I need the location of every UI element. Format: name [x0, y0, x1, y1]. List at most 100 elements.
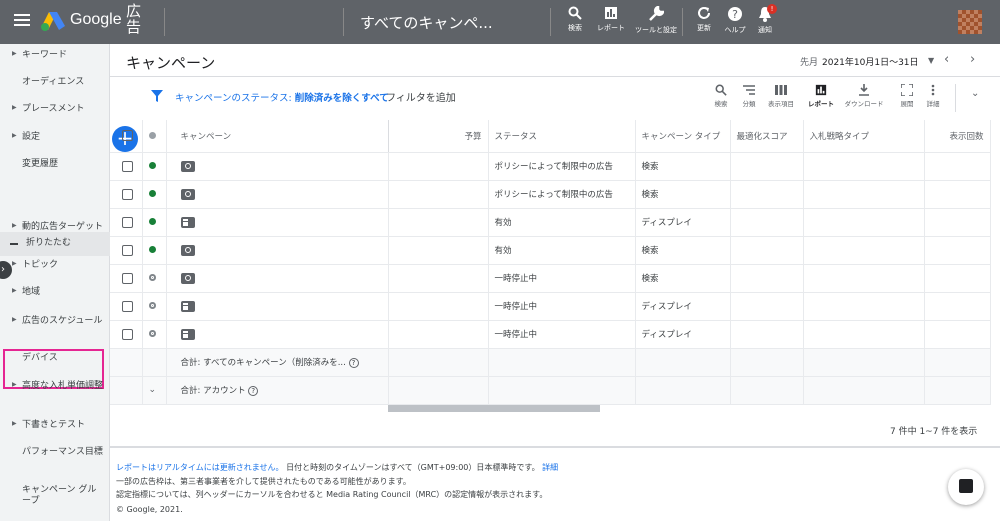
horizontal-scrollbar[interactable]: [388, 405, 600, 412]
table-row[interactable]: 有効 検索: [110, 236, 991, 265]
date-range-label: 先月: [800, 58, 819, 68]
type-cell: 検索: [635, 236, 731, 265]
report-button[interactable]: レポート: [804, 84, 838, 108]
download-button[interactable]: ダウンロード: [842, 84, 886, 108]
enabled-status-icon[interactable]: [148, 246, 156, 253]
more-button[interactable]: 詳細: [916, 84, 950, 108]
topbar-report-button[interactable]: レポート: [590, 6, 632, 33]
topbar-notifications-button[interactable]: 通知: [744, 6, 786, 35]
divider: [955, 84, 956, 112]
columns-button[interactable]: 表示項目: [764, 84, 798, 108]
header-impressions[interactable]: 表示回数: [924, 120, 991, 153]
paused-status-icon[interactable]: [148, 302, 156, 309]
copyright: © Google, 2021.: [116, 505, 183, 514]
realtime-link[interactable]: レポートはリアルタイムには更新されません。: [116, 463, 284, 472]
help-icon: ?: [728, 7, 742, 21]
chevron-right-icon: ▶: [12, 260, 17, 267]
header-budget[interactable]: 予算: [388, 120, 489, 153]
chevron-right-icon: ▶: [12, 316, 17, 323]
search-campaign-icon: [180, 160, 195, 172]
brand-name: Google: [70, 11, 122, 28]
prev-period-icon[interactable]: ‹: [944, 52, 949, 67]
header-status[interactable]: ステータス: [488, 120, 636, 153]
chevron-down-icon[interactable]: ⌄: [149, 385, 157, 395]
dropdown-arrow-icon[interactable]: ▼: [928, 56, 934, 65]
chevron-down-icon[interactable]: ⌄: [971, 88, 979, 99]
display-campaign-icon: [180, 328, 195, 340]
type-cell: 検索: [635, 152, 731, 181]
chevron-right-icon: ▶: [12, 381, 17, 388]
type-cell: ディスプレイ: [635, 208, 731, 237]
footer-line-2: 一部の広告枠は、第三者事業者を介して提供されたものである可能性があります。: [116, 477, 411, 486]
expand-icon: [901, 84, 913, 96]
status-filter-chip[interactable]: キャンペーンのステータス: 削除済みを除くすべて: [175, 90, 389, 104]
paused-status-icon[interactable]: [148, 274, 156, 281]
table-row[interactable]: 一時停止中 ディスプレイ: [110, 292, 991, 321]
footer-line-3: 認定指標については、列ヘッダーにカーソルを合わせると Media Rating …: [116, 490, 548, 499]
paused-status-icon[interactable]: [148, 330, 156, 337]
add-filter-button[interactable]: フィルタを追加: [386, 89, 456, 104]
google-ads-logo-icon: [41, 12, 65, 31]
avatar[interactable]: [958, 10, 982, 34]
chevron-right-icon: ▶: [12, 222, 17, 229]
segment-icon: [743, 85, 755, 95]
divider: [164, 8, 165, 36]
filter-icon[interactable]: [151, 90, 163, 102]
search-campaign-icon: [180, 244, 195, 256]
display-campaign-icon: [180, 300, 195, 312]
topbar-tools-button[interactable]: ツールと設定: [634, 6, 678, 35]
table-row[interactable]: ポリシーによって制限中の広告 検索: [110, 152, 991, 181]
campaign-table: キャンペーン 予算 ステータス キャンペーン タイプ 最適化スコア 入札戦略タイ…: [110, 120, 991, 405]
select-all-checkbox[interactable]: [122, 130, 133, 142]
total-account-label: 合計: アカウント: [180, 386, 246, 396]
chevron-right-icon: ▶: [12, 132, 17, 139]
sidebar-collapse[interactable]: 折りたたむ: [0, 232, 110, 256]
row-checkbox[interactable]: [122, 244, 133, 256]
wrench-icon: [649, 6, 664, 21]
type-cell: 検索: [635, 264, 731, 293]
type-cell: ディスプレイ: [635, 292, 731, 321]
segment-button[interactable]: 分類: [732, 84, 766, 108]
header-optimization-score[interactable]: 最適化スコア: [730, 120, 804, 153]
feedback-button[interactable]: [948, 469, 984, 505]
next-period-icon[interactable]: ›: [970, 52, 975, 67]
chevron-right-icon: ▶: [12, 420, 17, 427]
table-row[interactable]: 一時停止中 ディスプレイ: [110, 320, 991, 349]
status-cell: 有効: [488, 208, 636, 237]
status-cell: 有効: [488, 236, 636, 265]
row-checkbox[interactable]: [122, 216, 133, 228]
enabled-status-icon[interactable]: [148, 218, 156, 225]
details-link[interactable]: 詳細: [542, 463, 558, 472]
menu-icon[interactable]: [14, 14, 30, 26]
display-campaign-icon: [180, 216, 195, 228]
pagination-summary: 7 件中 1~7 件を表示: [890, 427, 978, 437]
search-campaign-icon: [180, 272, 195, 284]
enabled-status-icon[interactable]: [148, 162, 156, 169]
divider: [343, 8, 344, 36]
row-checkbox[interactable]: [122, 188, 133, 200]
header-campaign-type[interactable]: キャンペーン タイプ: [635, 120, 731, 153]
date-range-value[interactable]: 2021年10月1日～31日: [822, 55, 919, 68]
report-icon: [815, 84, 827, 96]
divider: [550, 8, 551, 36]
table-row[interactable]: 一時停止中 検索: [110, 264, 991, 293]
breadcrumb[interactable]: すべてのキャンペ...: [360, 12, 493, 33]
row-checkbox[interactable]: [122, 272, 133, 284]
search-icon: [568, 6, 582, 20]
enabled-status-icon[interactable]: [148, 190, 156, 197]
type-cell: ディスプレイ: [635, 320, 731, 349]
refresh-icon: [698, 7, 710, 19]
help-icon[interactable]: ?: [248, 386, 259, 396]
help-icon[interactable]: ?: [348, 358, 359, 368]
table-row[interactable]: ポリシーによって制限中の広告 検索: [110, 180, 991, 209]
type-cell: 検索: [635, 180, 731, 209]
header-campaign[interactable]: キャンペーン: [166, 120, 389, 153]
header-bid-strategy[interactable]: 入札戦略タイプ: [803, 120, 925, 153]
row-checkbox[interactable]: [122, 160, 133, 172]
row-checkbox[interactable]: [122, 300, 133, 312]
row-checkbox[interactable]: [122, 328, 133, 340]
download-icon: [859, 84, 869, 96]
top-bar: Google 広告 すべてのキャンペ... 検索 レポート ツールと設定 更新 …: [0, 0, 1000, 44]
status-cell: 一時停止中: [488, 292, 636, 321]
table-row[interactable]: 有効 ディスプレイ: [110, 208, 991, 237]
